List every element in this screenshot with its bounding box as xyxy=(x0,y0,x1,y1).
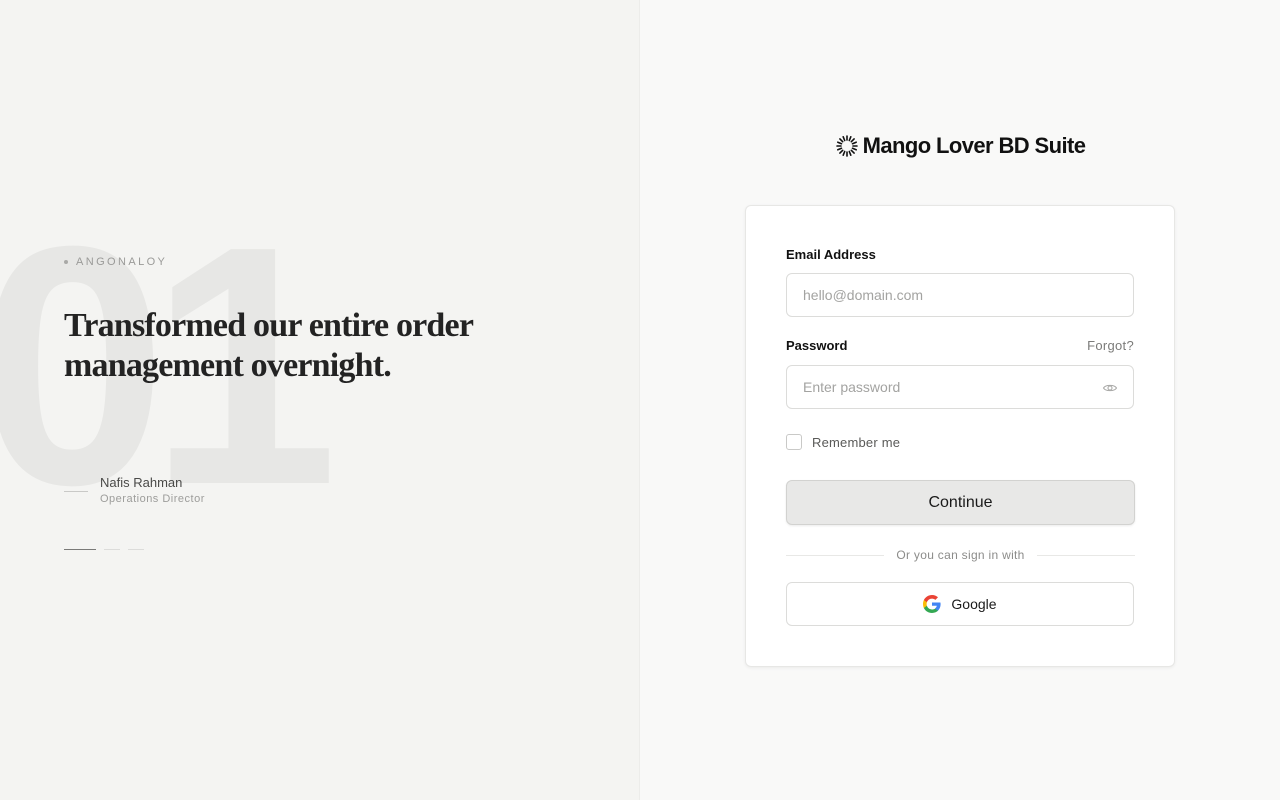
divider-line-left xyxy=(786,554,885,556)
testimonial-panel: 01 ANGONALOY Transformed our entire orde… xyxy=(0,0,640,800)
remember-me-label[interactable]: Remember me xyxy=(812,435,900,450)
bullet-dot-icon xyxy=(64,260,68,264)
testimonial-eyebrow: ANGONALOY xyxy=(64,256,167,268)
brand-header: Mango Lover BD Suite xyxy=(640,133,1280,159)
divider-text: Or you can sign in with xyxy=(896,548,1025,562)
login-page: 01 ANGONALOY Transformed our entire orde… xyxy=(0,0,1280,800)
continue-button[interactable]: Continue xyxy=(786,480,1135,525)
sunburst-logo-icon xyxy=(835,135,858,157)
pager-dot-2[interactable] xyxy=(104,549,120,550)
login-panel: Mango Lover BD Suite Email Address Passw… xyxy=(640,0,1280,800)
divider-line-right xyxy=(1036,554,1136,556)
google-sign-in-button[interactable]: Google xyxy=(786,582,1134,626)
eye-icon[interactable] xyxy=(1102,380,1118,396)
password-field-wrapper xyxy=(786,365,1134,409)
email-label: Email Address xyxy=(786,247,876,262)
remember-me-row: Remember me xyxy=(786,434,900,450)
sign-in-divider: Or you can sign in with xyxy=(786,548,1136,562)
brand-name: Mango Lover BD Suite xyxy=(862,133,1086,158)
login-form: Email Address Password Forgot? Remember … xyxy=(745,205,1175,667)
google-logo-icon xyxy=(923,595,942,613)
password-input[interactable] xyxy=(803,379,1117,395)
eyebrow-label: ANGONALOY xyxy=(76,256,168,268)
testimonial-author: Nafis Rahman Operations Director xyxy=(64,474,205,505)
pager-dot-1[interactable] xyxy=(64,549,96,550)
email-input[interactable] xyxy=(803,287,1117,303)
author-divider xyxy=(64,491,88,492)
remember-me-checkbox[interactable] xyxy=(786,434,802,450)
email-field-wrapper xyxy=(786,273,1134,317)
password-label: Password xyxy=(786,338,848,353)
author-name: Nafis Rahman xyxy=(100,475,183,490)
testimonial-quote: Transformed our entire order management … xyxy=(64,307,473,384)
author-info: Nafis Rahman Operations Director xyxy=(100,474,205,505)
pager-dot-3[interactable] xyxy=(128,549,144,550)
google-button-label: Google xyxy=(951,596,997,612)
testimonial-pager xyxy=(64,549,144,550)
forgot-password-link[interactable]: Forgot? xyxy=(1087,338,1134,353)
author-role: Operations Director xyxy=(100,493,205,505)
